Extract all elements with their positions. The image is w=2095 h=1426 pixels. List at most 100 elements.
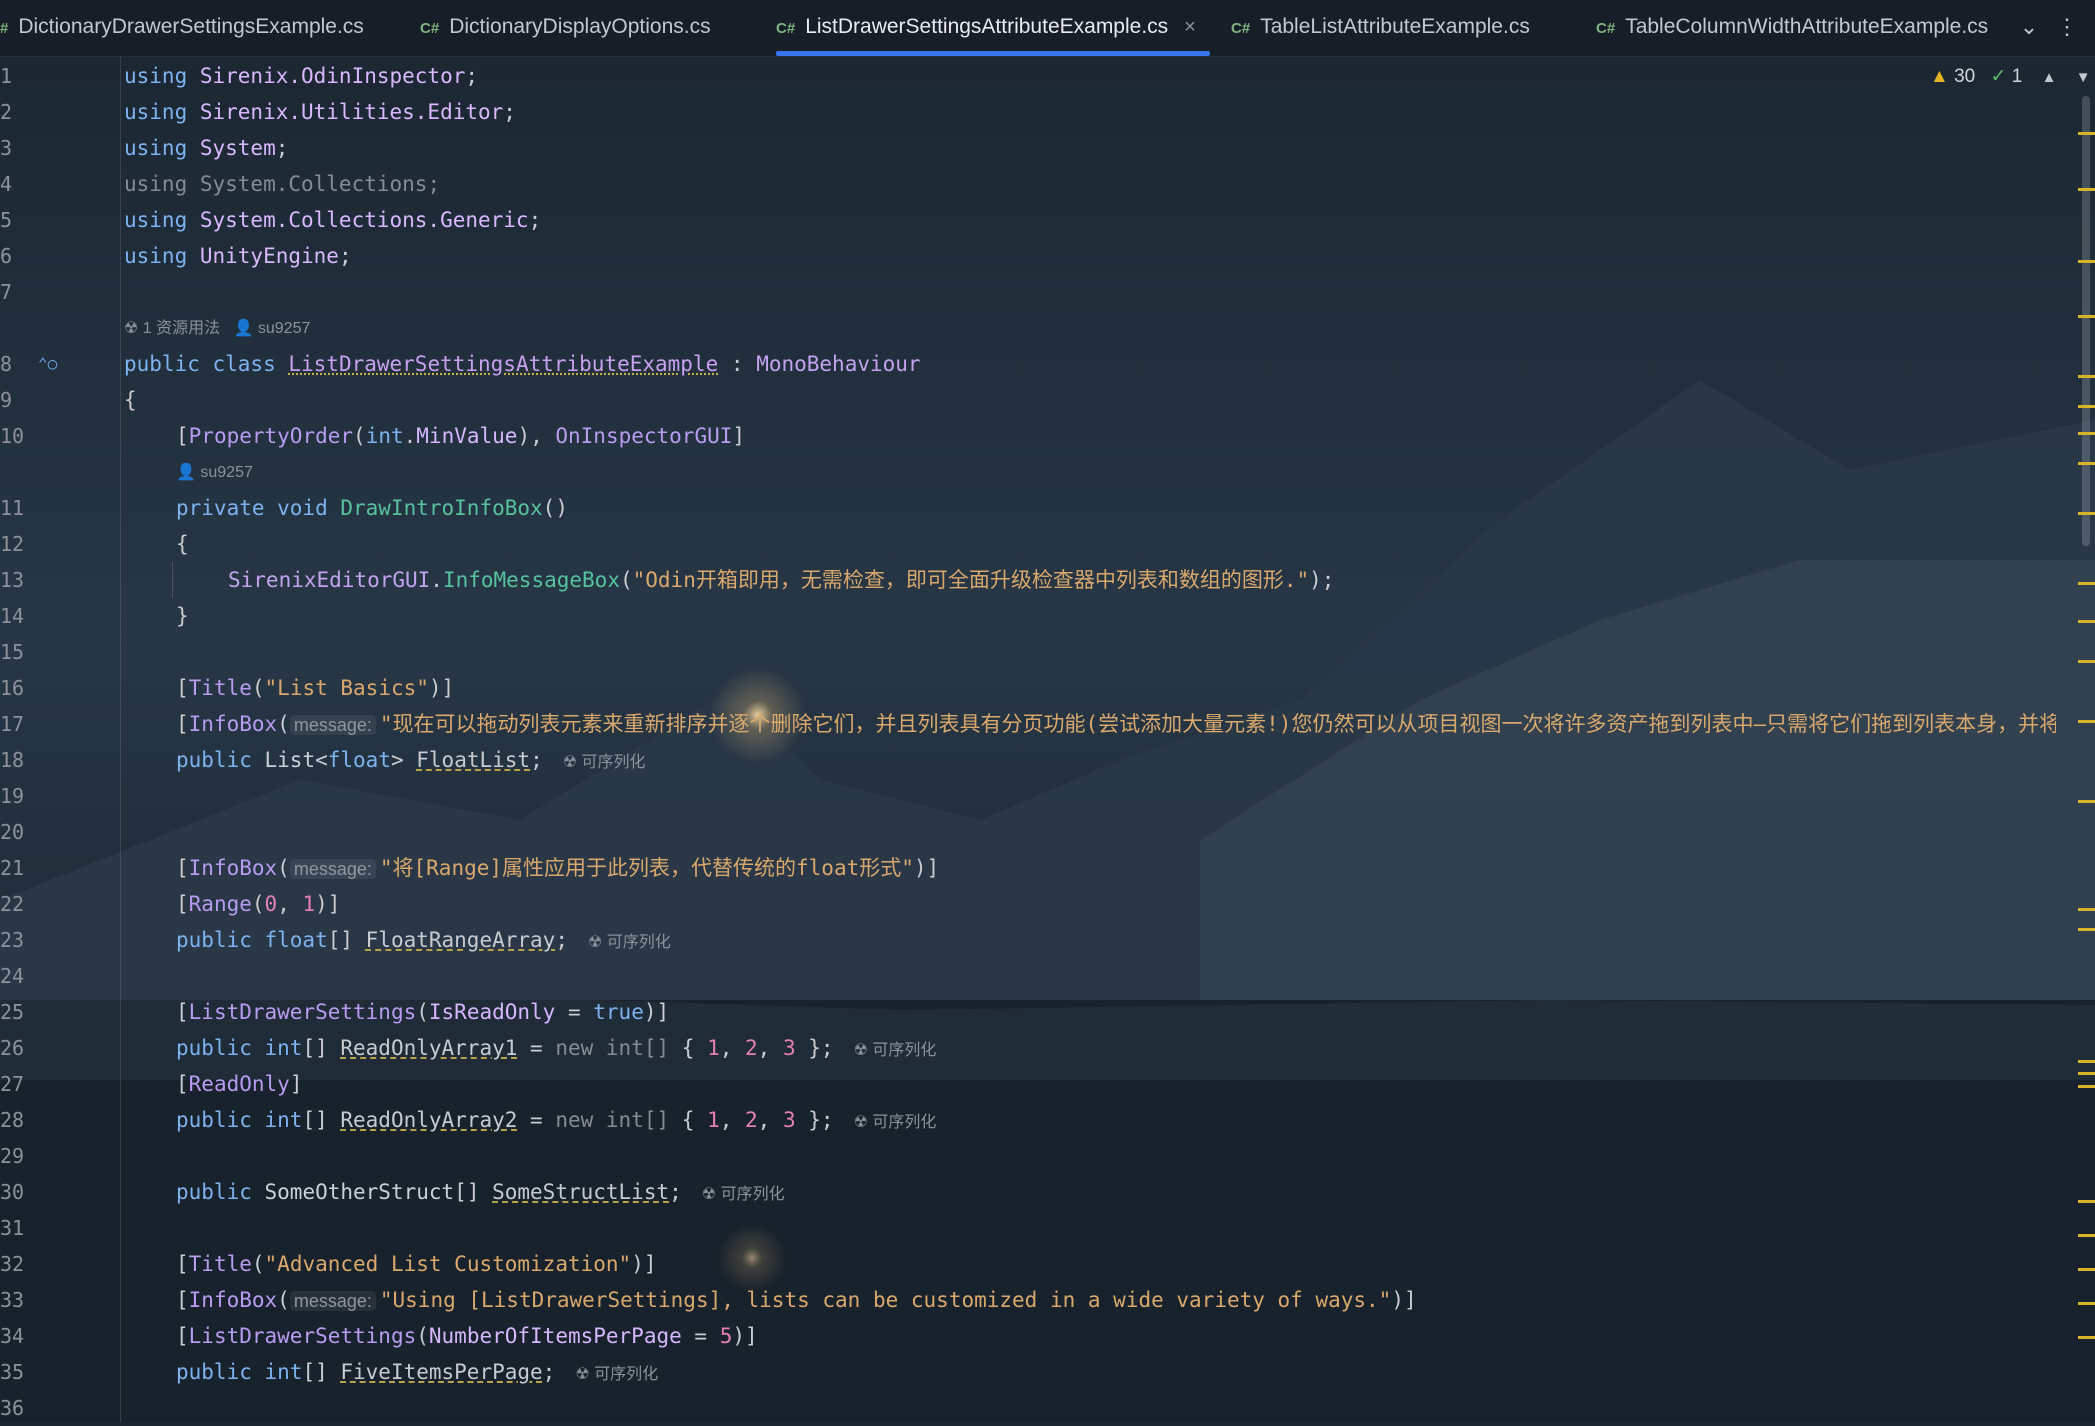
code-line[interactable]: 19 bbox=[0, 778, 2060, 814]
code-line[interactable]: 15 bbox=[0, 634, 2060, 670]
code-line[interactable]: 31 bbox=[0, 1210, 2060, 1246]
code-line[interactable]: 10 [PropertyOrder(int.MinValue), OnInspe… bbox=[0, 418, 2060, 454]
warning-marker[interactable] bbox=[2078, 432, 2095, 435]
scrollbar-thumb[interactable] bbox=[2082, 96, 2090, 546]
code-text-unused: using System.Collections; bbox=[124, 172, 441, 196]
warning-marker[interactable] bbox=[2078, 405, 2095, 408]
code-line[interactable]: 5 using System.Collections.Generic; bbox=[0, 202, 2060, 238]
code-line[interactable]: 28 public int[] ReadOnlyArray2 = new int… bbox=[0, 1102, 2060, 1138]
line-number: 8 bbox=[0, 352, 13, 376]
code-line[interactable]: 30 public SomeOtherStruct[] SomeStructLi… bbox=[0, 1174, 2060, 1210]
serializable-hint[interactable]: ☢ 可序列化 bbox=[563, 754, 646, 771]
line-number: 18 bbox=[0, 748, 25, 772]
warning-marker[interactable] bbox=[2078, 660, 2095, 663]
code-line[interactable]: 14 } bbox=[0, 598, 2060, 634]
warning-marker[interactable] bbox=[2078, 1072, 2095, 1075]
code-line[interactable]: 26 public int[] ReadOnlyArray1 = new int… bbox=[0, 1030, 2060, 1066]
code-vision-hint[interactable]: ☢ 1 资源用法 👤 su9257 bbox=[124, 314, 310, 344]
warning-marker[interactable] bbox=[2078, 908, 2095, 911]
csharp-file-icon: C# bbox=[776, 20, 796, 37]
tab-table-list-attribute-example[interactable]: C# TableListAttributeExample.cs bbox=[1231, 0, 1530, 56]
warning-marker[interactable] bbox=[2078, 462, 2095, 465]
code-vision-hint[interactable]: 👤 su9257 bbox=[176, 458, 253, 488]
code-line[interactable]: 12 { bbox=[0, 526, 2060, 562]
line-number: 23 bbox=[0, 928, 25, 952]
code-line[interactable]: 21 [InfoBox(message: "将[Range]属性应用于此列表，代替… bbox=[0, 850, 2060, 886]
code-line[interactable]: 1 using Sirenix.OdinInspector; bbox=[0, 58, 2060, 94]
chevron-up-icon[interactable]: ▲ bbox=[2042, 69, 2057, 86]
code-line[interactable]: 22 [Range(0, 1)] bbox=[0, 886, 2060, 922]
warning-marker[interactable] bbox=[2078, 1302, 2095, 1305]
warning-marker[interactable] bbox=[2078, 1085, 2095, 1088]
code-line[interactable]: 23 public float[] FloatRangeArray; ☢ 可序列化 bbox=[0, 922, 2060, 958]
code-line[interactable]: 4 using System.Collections; bbox=[0, 166, 2060, 202]
warning-marker[interactable] bbox=[2078, 375, 2095, 378]
code-text: [InfoBox(message: "将[Range]属性应用于此列表，代替传统的… bbox=[176, 856, 940, 880]
code-line[interactable]: 34 [ListDrawerSettings(NumberOfItemsPerP… bbox=[0, 1318, 2060, 1354]
code-line[interactable]: 25 [ListDrawerSettings(IsReadOnly = true… bbox=[0, 994, 2060, 1030]
code-line[interactable]: 2 using Sirenix.Utilities.Editor; bbox=[0, 94, 2060, 130]
code-text: [InfoBox(message: "现在可以拖动列表元素来重新排序并逐个删除它们… bbox=[176, 712, 2056, 736]
override-gutter-icon[interactable]: ⌃○ bbox=[38, 346, 57, 382]
inspection-widget[interactable]: ▲ 30 ✓ 1 ▲ ▼ bbox=[1930, 62, 2091, 92]
code-line[interactable]: 24 bbox=[0, 958, 2060, 994]
line-number: 24 bbox=[0, 964, 25, 988]
warning-marker[interactable] bbox=[2078, 1234, 2095, 1237]
code-line[interactable]: 17 [InfoBox(message: "现在可以拖动列表元素来重新排序并逐个删… bbox=[0, 706, 2060, 742]
line-number: 6 bbox=[0, 244, 13, 268]
chevron-down-icon[interactable]: ▼ bbox=[2076, 69, 2091, 86]
code-line[interactable]: 16 [Title("List Basics")] bbox=[0, 670, 2060, 706]
warning-marker[interactable] bbox=[2078, 132, 2095, 135]
warning-marker[interactable] bbox=[2078, 1268, 2095, 1271]
code-text: public int[] ReadOnlyArray1 = new int[] … bbox=[176, 1036, 937, 1060]
serializable-hint[interactable]: ☢ 可序列化 bbox=[575, 1366, 658, 1383]
tab-table-column-width-attribute-example[interactable]: C# TableColumnWidthAttributeExample.cs bbox=[1596, 0, 1988, 56]
line-number: 13 bbox=[0, 568, 25, 592]
warning-marker[interactable] bbox=[2078, 512, 2095, 515]
code-text: using UnityEngine; bbox=[124, 244, 352, 268]
warning-marker[interactable] bbox=[2078, 260, 2095, 263]
warning-marker[interactable] bbox=[2078, 800, 2095, 803]
warning-marker[interactable] bbox=[2078, 1336, 2095, 1339]
chevron-down-icon[interactable]: ⌄ bbox=[2014, 0, 2044, 56]
tab-dictionary-drawer-settings-example[interactable]: # DictionaryDrawerSettingsExample.cs bbox=[0, 0, 364, 56]
more-options-icon[interactable]: ⋮ bbox=[2052, 0, 2082, 56]
tab-label: DictionaryDrawerSettingsExample.cs bbox=[18, 15, 364, 38]
close-icon[interactable]: × bbox=[1184, 16, 1196, 38]
tab-dictionary-display-options[interactable]: C# DictionaryDisplayOptions.cs bbox=[420, 0, 711, 56]
code-line[interactable]: 32 [Title("Advanced List Customization")… bbox=[0, 1246, 2060, 1282]
warning-marker[interactable] bbox=[2078, 315, 2095, 318]
warning-marker[interactable] bbox=[2078, 620, 2095, 623]
asset-usage-icon: ☢ bbox=[124, 320, 139, 337]
code-line[interactable]: 20 bbox=[0, 814, 2060, 850]
code-line[interactable]: 27 [ReadOnly] bbox=[0, 1066, 2060, 1102]
line-number: 20 bbox=[0, 820, 25, 844]
code-line[interactable]: 18 public List<float> FloatList; ☢ 可序列化 bbox=[0, 742, 2060, 778]
code-line[interactable]: 33 [InfoBox(message: "Using [ListDrawerSe… bbox=[0, 1282, 2060, 1318]
warning-marker[interactable] bbox=[2078, 720, 2095, 723]
warning-marker[interactable] bbox=[2078, 928, 2095, 931]
tab-list-drawer-settings-attribute-example[interactable]: C# ListDrawerSettingsAttributeExample.cs × bbox=[776, 0, 1210, 56]
user-icon: 👤 bbox=[233, 320, 254, 337]
warning-marker[interactable] bbox=[2078, 188, 2095, 191]
code-line[interactable]: 6 using UnityEngine; bbox=[0, 238, 2060, 274]
code-line[interactable]: 8 ⌃○ public class ListDrawerSettingsAttr… bbox=[0, 346, 2060, 382]
code-line[interactable]: 13 SirenixEditorGUI.InfoMessageBox("Odin… bbox=[0, 562, 2060, 598]
code-line[interactable]: 29 bbox=[0, 1138, 2060, 1174]
code-line[interactable]: 9 { bbox=[0, 382, 2060, 418]
code-line[interactable]: 35 public int[] FiveItemsPerPage; ☢ 可序列化 bbox=[0, 1354, 2060, 1390]
line-number: 4 bbox=[0, 172, 13, 196]
code-line[interactable]: 3 using System; bbox=[0, 130, 2060, 166]
serializable-hint[interactable]: ☢ 可序列化 bbox=[702, 1186, 785, 1203]
line-number: 33 bbox=[0, 1288, 25, 1312]
warning-marker[interactable] bbox=[2078, 1200, 2095, 1203]
code-line[interactable]: 11 private void DrawIntroInfoBox() bbox=[0, 490, 2060, 526]
serializable-hint[interactable]: ☢ 可序列化 bbox=[854, 1042, 937, 1059]
code-line[interactable]: 7 bbox=[0, 274, 2060, 310]
line-number: 2 bbox=[0, 100, 13, 124]
warning-marker[interactable] bbox=[2078, 582, 2095, 585]
serializable-hint[interactable]: ☢ 可序列化 bbox=[588, 934, 671, 951]
serializable-hint[interactable]: ☢ 可序列化 bbox=[854, 1114, 937, 1131]
warning-marker[interactable] bbox=[2078, 1060, 2095, 1063]
code-line[interactable]: 36 bbox=[0, 1390, 2060, 1426]
